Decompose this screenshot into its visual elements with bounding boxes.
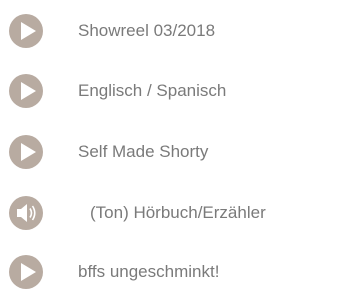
media-item-self-made-shorty[interactable]: Self Made Shorty bbox=[8, 134, 338, 170]
play-icon[interactable] bbox=[8, 134, 44, 170]
media-item-showreel[interactable]: Showreel 03/2018 bbox=[8, 13, 338, 49]
media-item-englisch-spanisch[interactable]: Englisch / Spanisch bbox=[8, 73, 338, 109]
play-icon[interactable] bbox=[8, 73, 44, 109]
media-list: Showreel 03/2018 Englisch / Spanisch Sel… bbox=[0, 0, 341, 293]
media-item-label[interactable]: (Ton) Hörbuch/Erzähler bbox=[90, 203, 266, 223]
media-item-hoerbuch[interactable]: (Ton) Hörbuch/Erzähler bbox=[8, 195, 338, 231]
media-item-label[interactable]: bffs ungeschminkt! bbox=[78, 262, 219, 282]
media-item-bffs[interactable]: bffs ungeschminkt! bbox=[8, 254, 338, 290]
media-item-label[interactable]: Self Made Shorty bbox=[78, 142, 208, 162]
media-item-label[interactable]: Showreel 03/2018 bbox=[78, 21, 215, 41]
media-item-label[interactable]: Englisch / Spanisch bbox=[78, 81, 226, 101]
play-icon[interactable] bbox=[8, 13, 44, 49]
play-icon[interactable] bbox=[8, 254, 44, 290]
speaker-icon[interactable] bbox=[8, 195, 44, 231]
